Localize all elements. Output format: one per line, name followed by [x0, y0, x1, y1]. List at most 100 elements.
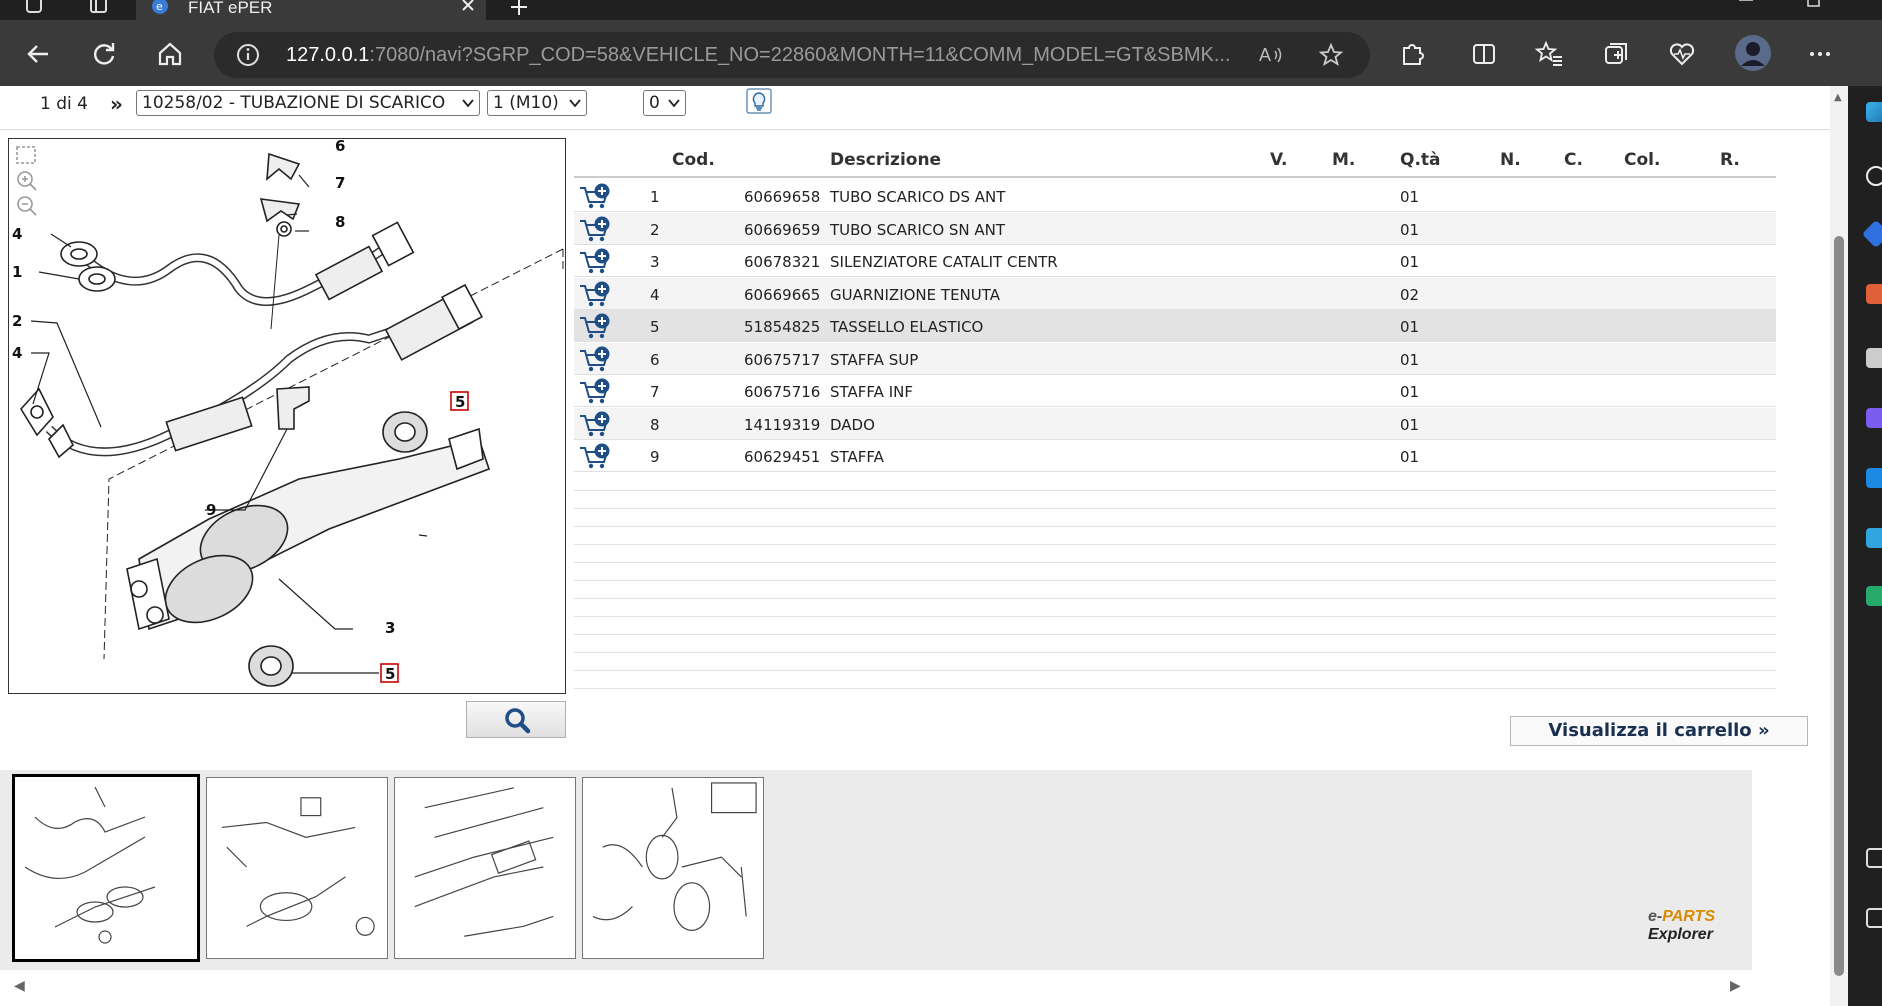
eparts-explorer-logo: e-PARTS Explorer	[1648, 908, 1715, 943]
games-icon[interactable]	[1866, 348, 1882, 368]
add-to-cart-icon[interactable]	[578, 410, 612, 438]
count-select[interactable]: 0	[643, 90, 686, 116]
favorites-button[interactable]	[1534, 38, 1566, 70]
add-to-cart-icon[interactable]	[578, 247, 612, 275]
part-code: 60675717	[744, 350, 821, 369]
tab-actions-icon[interactable]	[88, 0, 110, 16]
thumbnail-3[interactable]	[394, 777, 576, 959]
empty-table-row	[574, 581, 1776, 599]
next-table-link[interactable]: »	[110, 92, 123, 116]
avatar	[1735, 35, 1771, 71]
table-row[interactable]: 9 60629451 STAFFA 01	[574, 440, 1776, 472]
vertical-scrollbar[interactable]: ▲	[1830, 86, 1848, 1006]
minimize-icon[interactable]	[1736, 0, 1756, 16]
scrollbar-thumb[interactable]	[1834, 236, 1844, 976]
favorite-star-icon[interactable]	[1318, 42, 1344, 68]
chevron-down-icon	[668, 99, 680, 108]
more-menu-button[interactable]	[1804, 38, 1836, 70]
read-aloud-icon[interactable]: A	[1258, 43, 1284, 67]
callout-1: 1	[12, 263, 22, 281]
split-screen-button[interactable]	[1468, 38, 1500, 70]
table-row[interactable]: 8 14119319 DADO 01	[574, 407, 1776, 440]
browser-essentials-button[interactable]	[1666, 38, 1698, 70]
drop-icon[interactable]	[1866, 528, 1882, 548]
group-select[interactable]: 10258/02 - TUBAZIONE DI SCARICO	[136, 90, 480, 116]
table-row[interactable]: 7 60675716 STAFFA INF 01	[574, 375, 1776, 407]
add-to-cart-icon[interactable]	[578, 215, 612, 243]
tools-icon[interactable]	[1866, 284, 1882, 304]
outlook-icon[interactable]	[1866, 468, 1882, 488]
puzzle-icon	[1403, 44, 1424, 65]
exploded-diagram[interactable]: 4 1 2 4 6 7 8 9 3 5 5	[8, 138, 566, 694]
thumbnail-4[interactable]	[582, 777, 764, 959]
add-to-cart-icon[interactable]	[578, 312, 612, 340]
fit-view-icon	[16, 146, 36, 164]
discover-icon[interactable]	[1861, 219, 1882, 249]
copilot-icon[interactable]	[1866, 102, 1882, 122]
back-arrow-icon	[27, 45, 48, 63]
add-to-cart-icon[interactable]	[578, 442, 612, 470]
part-description: STAFFA SUP	[830, 350, 919, 369]
new-tab-icon[interactable]	[508, 0, 530, 18]
split-screen-icon	[1473, 44, 1495, 64]
collections-icon	[1605, 43, 1627, 64]
part-quantity: 01	[1400, 448, 1420, 466]
tab-title: FIAT ePER	[188, 0, 273, 17]
lightbulb-icon[interactable]	[746, 88, 772, 114]
url-text: 127.0.0.1:7080/navi?SGRP_COD=58&VEHICLE_…	[286, 44, 1231, 67]
designer-icon[interactable]	[1866, 586, 1882, 606]
eper-page: 1 di 4 » 10258/02 - TUBAZIONE DI SCARICO…	[0, 86, 1848, 1006]
home-button[interactable]	[154, 38, 186, 70]
add-to-cart-icon[interactable]	[578, 377, 612, 405]
scroll-right-icon[interactable]: ▶	[1730, 978, 1741, 994]
table-row[interactable]: 1 60669658 TUBO SCARICO DS ANT 01	[574, 180, 1776, 212]
scroll-left-icon[interactable]: ◀	[14, 978, 25, 994]
table-row[interactable]: 2 60669659 TUBO SCARICO SN ANT 01	[574, 212, 1776, 245]
thumbnail-drawing-1	[24, 786, 156, 944]
refresh-button[interactable]	[88, 38, 120, 70]
count-select-value: 0	[649, 93, 660, 113]
restore-icon[interactable]	[1804, 0, 1824, 16]
add-to-cart-icon[interactable]	[578, 280, 612, 308]
view-cart-button[interactable]: Visualizza il carrello »	[1510, 716, 1808, 746]
add-to-cart-icon[interactable]	[578, 182, 612, 210]
table-row[interactable]: 4 60669665 GUARNIZIONE TENUTA 02	[574, 277, 1776, 310]
extensions-button[interactable]	[1396, 38, 1428, 70]
col-v: V.	[1270, 150, 1288, 170]
thumbnail-1[interactable]	[12, 774, 200, 962]
col-m: M.	[1332, 150, 1356, 170]
magnify-button[interactable]	[466, 701, 566, 738]
col-c: C.	[1564, 150, 1583, 170]
row-number: 3	[650, 253, 660, 271]
table-row[interactable]: 5 51854825 TASSELLO ELASTICO 01	[574, 310, 1776, 342]
variant-select[interactable]: 1 (M10)	[487, 90, 587, 116]
workspaces-icon[interactable]	[24, 0, 46, 16]
sidebar-layout-icon[interactable]	[1866, 848, 1882, 868]
collections-button[interactable]	[1600, 38, 1632, 70]
col-n: N.	[1500, 150, 1521, 170]
scroll-up-icon[interactable]: ▲	[1834, 92, 1842, 103]
office-icon[interactable]	[1866, 408, 1882, 428]
browser-tab[interactable]: e FIAT ePER	[136, 0, 486, 20]
sidebar-settings-icon[interactable]	[1866, 908, 1882, 928]
address-bar[interactable]: 127.0.0.1:7080/navi?SGRP_COD=58&VEHICLE_…	[214, 32, 1370, 78]
browser-toolbar: 127.0.0.1:7080/navi?SGRP_COD=58&VEHICLE_…	[0, 20, 1882, 86]
search-sidebar-icon[interactable]	[1866, 166, 1882, 186]
part-quantity: 01	[1400, 415, 1420, 434]
callout-3: 3	[385, 619, 395, 637]
profile-button[interactable]	[1734, 34, 1772, 72]
thumbnail-drawing-2	[221, 797, 375, 936]
edge-sidebar	[1848, 86, 1882, 1006]
chevron-down-icon	[569, 99, 581, 108]
table-row[interactable]: 6 60675717 STAFFA SUP 01	[574, 342, 1776, 375]
back-button[interactable]	[22, 38, 54, 70]
site-info-icon[interactable]	[236, 43, 260, 67]
thumbnail-2[interactable]	[206, 777, 388, 959]
tab-bar: e FIAT ePER	[0, 0, 1882, 20]
variant-select-value: 1 (M10)	[493, 93, 559, 113]
url-path: :7080/navi?SGRP_COD=58&VEHICLE_NO=22860&…	[369, 44, 1231, 66]
horizontal-scrollbar[interactable]: ◀ ▶	[0, 970, 1760, 1000]
tab-close-icon[interactable]	[460, 0, 476, 13]
table-row[interactable]: 3 60678321 SILENZIATORE CATALIT CENTR 01	[574, 245, 1776, 277]
add-to-cart-icon[interactable]	[578, 345, 612, 373]
